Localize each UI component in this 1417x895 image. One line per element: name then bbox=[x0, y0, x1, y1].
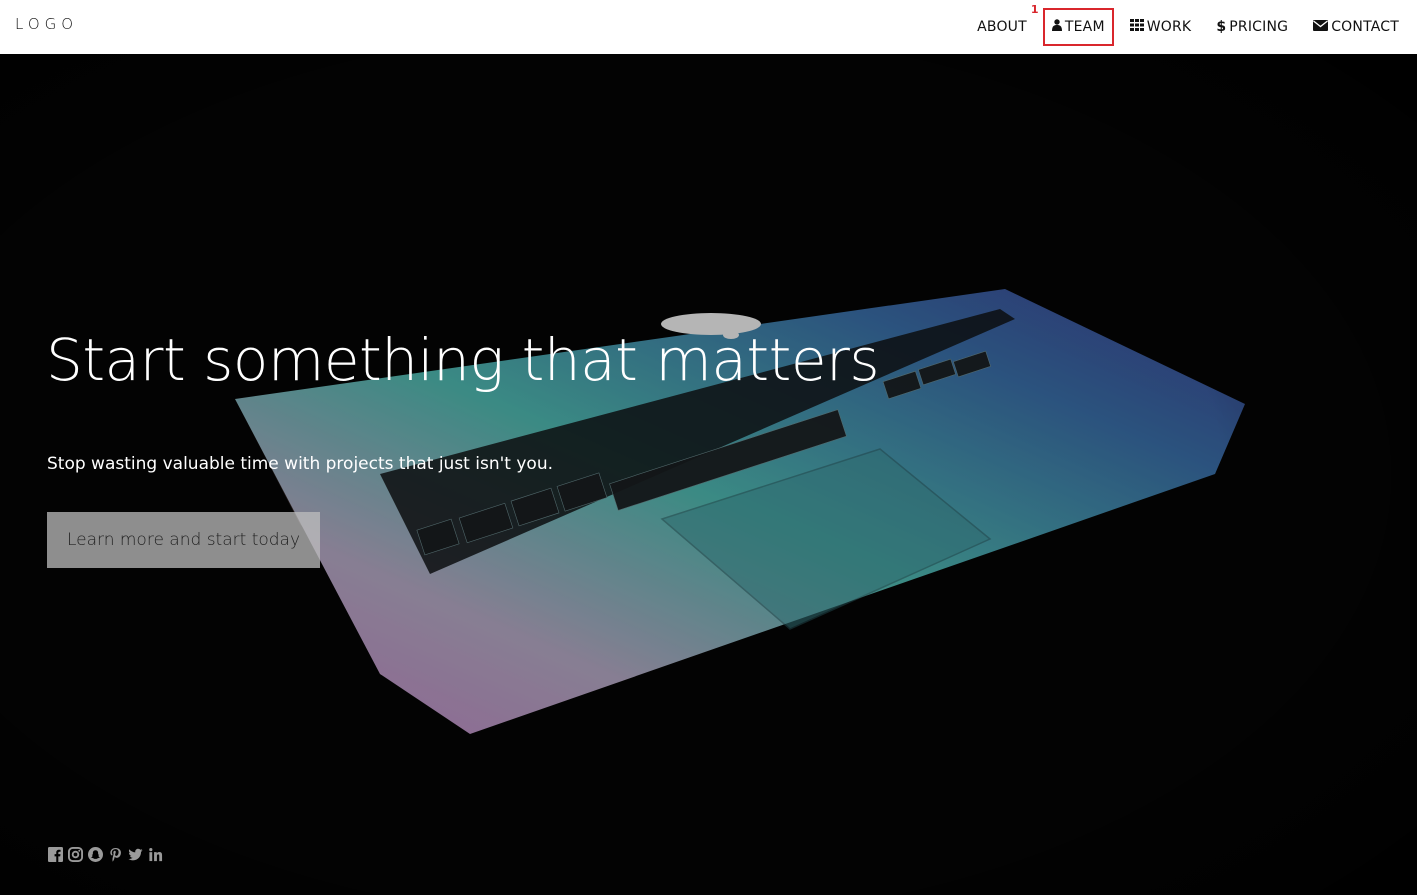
annotation-marker: 1 bbox=[1030, 3, 1039, 16]
grid-icon bbox=[1129, 19, 1144, 35]
nav-contact[interactable]: CONTACT bbox=[1306, 10, 1406, 44]
hero-laptop-image bbox=[0, 54, 1417, 895]
nav-team-label: TEAM bbox=[1064, 19, 1105, 35]
top-navbar: LOGO ABOUT 1 TEAM WORK $ PRICING CONTACT bbox=[0, 0, 1417, 54]
linkedin-icon[interactable] bbox=[147, 846, 163, 862]
social-links bbox=[47, 846, 163, 862]
instagram-icon[interactable] bbox=[67, 846, 83, 862]
nav-work-label: WORK bbox=[1146, 19, 1192, 35]
hero-title: Start something that matters bbox=[46, 326, 880, 394]
nav-pricing-label: PRICING bbox=[1229, 19, 1289, 35]
nav-work[interactable]: WORK bbox=[1123, 10, 1199, 44]
dollar-icon: $ bbox=[1216, 19, 1227, 35]
hero-subtitle: Stop wasting valuable time with projects… bbox=[47, 454, 553, 474]
user-icon bbox=[1051, 19, 1062, 35]
main-nav: ABOUT 1 TEAM WORK $ PRICING CONTACT bbox=[959, 0, 1406, 54]
nav-about[interactable]: ABOUT bbox=[970, 10, 1034, 44]
hero-section: Start something that matters Stop wastin… bbox=[0, 54, 1417, 895]
nav-about-label: ABOUT bbox=[977, 19, 1027, 35]
facebook-icon[interactable] bbox=[47, 846, 63, 862]
pinterest-icon[interactable] bbox=[107, 846, 123, 862]
twitter-icon[interactable] bbox=[127, 846, 143, 862]
nav-team[interactable]: 1 TEAM bbox=[1031, 3, 1114, 46]
nav-contact-label: CONTACT bbox=[1331, 19, 1399, 35]
logo[interactable]: LOGO bbox=[15, 15, 78, 33]
envelope-icon bbox=[1313, 19, 1329, 35]
learn-more-button[interactable]: Learn more and start today bbox=[47, 512, 320, 568]
nav-pricing[interactable]: $ PRICING bbox=[1209, 10, 1295, 44]
snapchat-icon[interactable] bbox=[87, 846, 103, 862]
